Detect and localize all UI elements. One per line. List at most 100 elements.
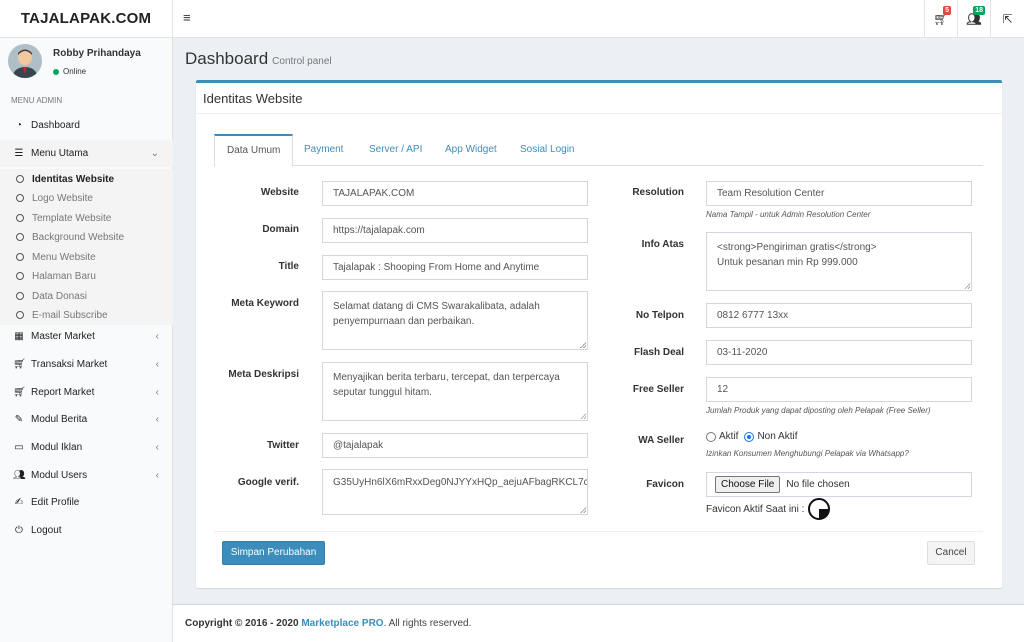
user-panel: Robby Prihandaya Online <box>0 38 173 88</box>
wa-aktif-radio[interactable] <box>706 431 716 442</box>
domain-input[interactable]: https://tajalapak.com <box>322 218 588 243</box>
favicon-current: Favicon Aktif Saat ini : <box>706 498 831 520</box>
website-input[interactable]: TAJALAPAK.COM <box>322 181 588 206</box>
footer-brand-link[interactable]: Marketplace PRO <box>301 618 383 629</box>
chevron-left-icon: ‹ <box>155 331 159 342</box>
wa-seller-help: Izinkan Konsumen Menghubungi Pelapak via… <box>706 449 909 458</box>
monitor-icon: ▭ <box>14 442 24 453</box>
sidebar-subitem-halaman-baru[interactable]: Halaman Baru <box>16 268 96 284</box>
sidebar-subitem-data-donasi[interactable]: Data Donasi <box>16 288 87 304</box>
wa-non-aktif-radio[interactable] <box>744 431 755 442</box>
power-icon: ⏻ <box>15 525 23 536</box>
info-atas-textarea[interactable]: <strong>Pengiriman gratis</strong> Untuk… <box>706 232 972 291</box>
save-button[interactable]: Simpan Perubahan <box>222 541 325 565</box>
sidebar-subitem-email-subscribe[interactable]: E-mail Subscribe <box>16 307 108 323</box>
wa-seller-label: WA Seller <box>638 435 684 446</box>
dashboard-icon: ◔ <box>15 120 23 131</box>
flash-deal-input[interactable]: 03-11-2020 <box>706 340 972 365</box>
online-status-icon <box>53 68 59 75</box>
circle-icon <box>16 272 24 280</box>
cart-icon: 🛒︎ <box>13 387 26 398</box>
circle-icon <box>16 233 24 241</box>
sidebar-item-edit-profile[interactable]: ✍︎ Edit Profile <box>0 489 173 516</box>
box-title: Identitas Website <box>203 91 303 106</box>
tab-data-umum[interactable]: Data Umum <box>214 134 294 167</box>
submenu-menu-utama: Identitas Website Logo Website Template … <box>0 169 173 325</box>
footer-rights: . All rights reserved. <box>383 618 472 629</box>
cart-icon: 🛒︎ <box>13 359 26 370</box>
twitter-label: Twitter <box>266 440 299 451</box>
telpon-input[interactable]: 0812 6777 13xx <box>706 303 972 328</box>
chevron-left-icon: ‹ <box>155 414 159 425</box>
users-icon: 👥︎ <box>13 470 26 481</box>
chevron-left-icon: ‹ <box>155 387 159 398</box>
sidebar-subitem-identitas-website[interactable]: Identitas Website <box>16 171 114 187</box>
twitter-input[interactable]: @tajalapak <box>322 433 588 458</box>
circle-icon <box>16 253 24 261</box>
avatar <box>8 44 42 78</box>
sidebar-item-dashboard[interactable]: ◔ Dashboard <box>0 112 173 139</box>
tab-app-widget[interactable]: App Widget <box>433 134 509 166</box>
sidebar-subitem-menu-website[interactable]: Menu Website <box>16 249 96 265</box>
info-atas-line-1: <strong>Pengiriman gratis</strong> <box>717 242 877 253</box>
page-title: Dashboard Control panel <box>185 49 332 68</box>
favicon-file-input[interactable]: Choose File No file chosen <box>706 472 972 497</box>
info-atas-line-2: Untuk pesanan min Rp 999.000 <box>717 257 858 268</box>
external-link-button[interactable]: ⇱ <box>990 0 1024 38</box>
sidebar-item-report-market[interactable]: 🛒︎ Report Market ‹ <box>0 379 173 406</box>
menu-toggle-icon[interactable]: ≡ <box>183 11 193 24</box>
circle-icon <box>16 292 24 300</box>
favicon-label: Favicon <box>646 479 684 490</box>
app-logo[interactable]: TAJALAPAK.COM <box>0 0 173 38</box>
identitas-website-box: Identitas Website Data Umum Payment Serv… <box>196 80 1002 588</box>
tab-bar: Data Umum Payment Server / API App Widge… <box>214 134 983 167</box>
cancel-button[interactable]: Cancel <box>927 541 975 565</box>
cart-badge: 5 <box>943 6 951 15</box>
sidebar-subitem-template-website[interactable]: Template Website <box>16 210 111 226</box>
meta-deskripsi-label: Meta Deskripsi <box>228 369 299 380</box>
meta-keyword-label: Meta Keyword <box>231 298 299 309</box>
users-badge: 18 <box>973 6 985 15</box>
google-verif-textarea[interactable]: G35UyHn6lX6mRxxDeg0NJYYxHQp_aejuAFbagRKC… <box>322 469 588 515</box>
sidebar: Robby Prihandaya Online MENU ADMIN ◔ Das… <box>0 38 173 642</box>
favicon-current-label: Favicon Aktif Saat ini : <box>706 503 805 515</box>
wa-aktif-label: Aktif <box>719 431 739 442</box>
sidebar-item-modul-users[interactable]: 👥︎ Modul Users ‹ <box>0 462 173 489</box>
choose-file-button[interactable]: Choose File <box>715 476 781 493</box>
sidebar-item-menu-utama[interactable]: ☰ Menu Utama ⌄ <box>0 140 173 167</box>
resolution-help: Nama Tampil - untuk Admin Resolution Cen… <box>706 210 871 219</box>
box-footer-divider <box>214 531 983 532</box>
sidebar-item-master-market[interactable]: ▦ Master Market ‹ <box>0 323 173 350</box>
flash-deal-label: Flash Deal <box>633 347 684 358</box>
tab-server-api[interactable]: Server / API <box>357 134 434 166</box>
circle-icon <box>16 214 24 222</box>
chevron-left-icon: ‹ <box>155 359 159 370</box>
box-divider <box>196 113 1002 114</box>
cart-button[interactable]: 🛒︎ 5 <box>924 0 957 38</box>
title-input[interactable]: Tajalapak : Shooping From Home and Anyti… <box>322 255 588 280</box>
info-atas-label: Info Atas <box>641 239 684 250</box>
meta-keyword-textarea[interactable]: Selamat datang di CMS Swarakalibata, ada… <box>322 291 588 350</box>
tab-payment[interactable]: Payment <box>292 134 355 166</box>
user-status: Online <box>53 67 86 76</box>
tab-sosial-login[interactable]: Sosial Login <box>508 134 586 166</box>
sidebar-subitem-background-website[interactable]: Background Website <box>16 229 124 245</box>
sidebar-subitem-logo-website[interactable]: Logo Website <box>16 190 93 206</box>
sidebar-item-modul-berita[interactable]: ✎ Modul Berita ‹ <box>0 406 173 433</box>
domain-label: Domain <box>262 224 299 235</box>
free-seller-help: Jumlah Produk yang dapat diposting oleh … <box>706 406 931 415</box>
top-header: TAJALAPAK.COM ≡ 🛒︎ 5 👥︎ 18 ⇱ <box>0 0 1024 38</box>
th-icon: ▦ <box>14 331 24 342</box>
resolution-input[interactable]: Team Resolution Center <box>706 181 972 206</box>
sidebar-item-logout[interactable]: ⏻ Logout <box>0 517 173 544</box>
sidebar-item-transaksi-market[interactable]: 🛒︎ Transaksi Market ‹ <box>0 351 173 378</box>
page-subtitle: Control panel <box>272 56 332 67</box>
users-button[interactable]: 👥︎ 18 <box>957 0 990 38</box>
free-seller-input[interactable]: 12 <box>706 377 972 402</box>
page-footer: Copyright © 2016 - 2020 Marketplace PRO.… <box>173 604 1024 642</box>
google-verif-label: Google verif. <box>237 477 299 488</box>
resolution-label: Resolution <box>632 187 684 198</box>
external-link-icon: ⇱ <box>1002 12 1013 26</box>
sidebar-item-modul-iklan[interactable]: ▭ Modul Iklan ‹ <box>0 434 173 461</box>
meta-deskripsi-textarea[interactable]: Menyajikan berita terbaru, tercepat, dan… <box>322 362 588 421</box>
